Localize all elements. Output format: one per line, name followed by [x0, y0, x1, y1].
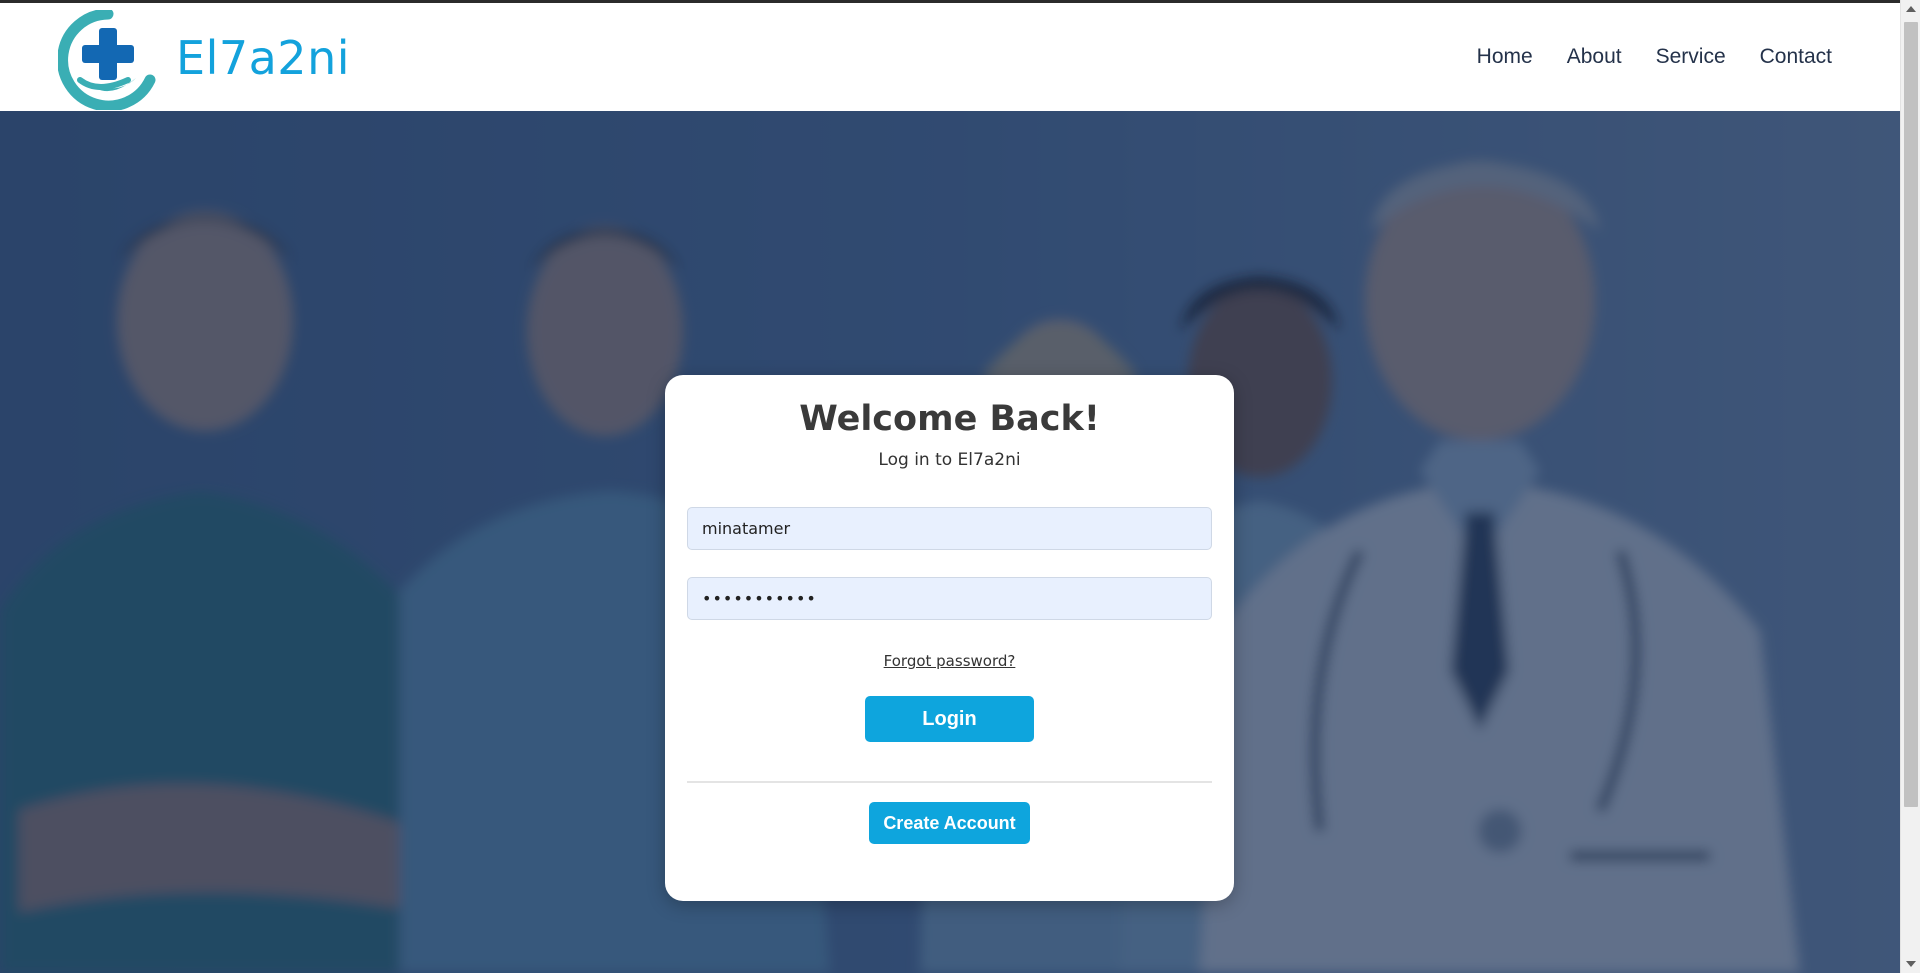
brand-name[interactable]: El7a2ni [176, 31, 350, 85]
password-input[interactable] [687, 577, 1212, 620]
nav-menu: Home About Service Contact [1477, 45, 1832, 69]
login-title: Welcome Back! [799, 399, 1100, 439]
card-divider [687, 781, 1212, 783]
create-account-button[interactable]: Create Account [869, 802, 1030, 844]
login-card: Welcome Back! Log in to El7a2ni Forgot p… [665, 375, 1234, 901]
nav-about-link[interactable]: About [1567, 45, 1622, 69]
nav-contact-link[interactable]: Contact [1760, 45, 1832, 69]
login-button[interactable]: Login [865, 696, 1034, 742]
nav-service-link[interactable]: Service [1656, 45, 1726, 69]
nav-home-link[interactable]: Home [1477, 45, 1533, 69]
forgot-password-link[interactable]: Forgot password? [665, 652, 1234, 670]
navbar: El7a2ni Home About Service Contact [0, 3, 1900, 112]
logo-icon[interactable] [57, 8, 158, 112]
page-scrollbar[interactable] [1900, 0, 1920, 973]
login-subtitle: Log in to El7a2ni [878, 450, 1021, 470]
chevron-up-icon[interactable] [1906, 6, 1916, 12]
username-input[interactable] [687, 507, 1212, 550]
scrollbar-thumb[interactable] [1904, 22, 1918, 807]
chevron-down-icon[interactable] [1906, 961, 1916, 967]
